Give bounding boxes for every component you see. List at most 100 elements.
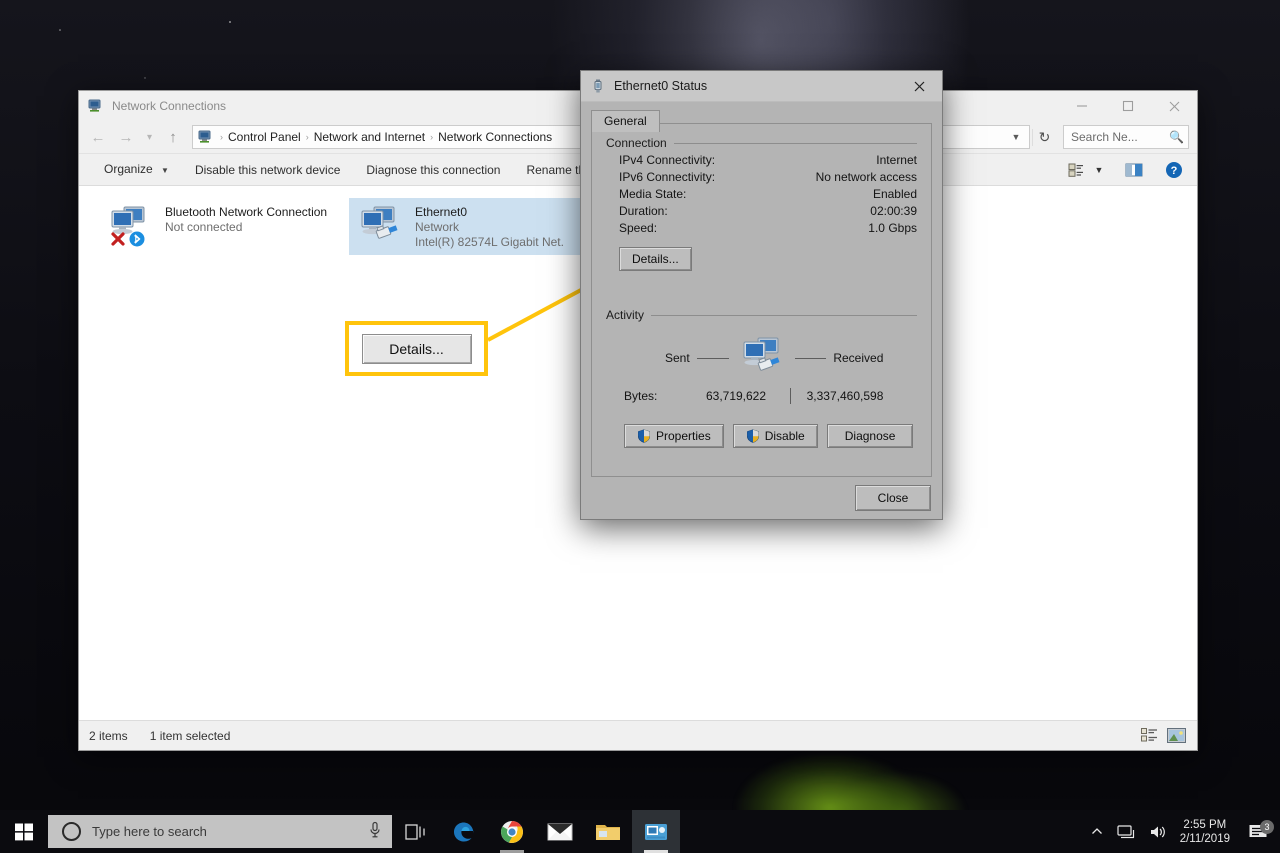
search-input[interactable]: Type here to search (48, 815, 392, 848)
help-icon[interactable]: ? (1161, 157, 1187, 183)
ethernet0-status-dialog[interactable]: Ethernet0 Status General Connection IPv4… (580, 70, 943, 520)
value-bytes-sent: 63,719,622 (705, 389, 767, 403)
system-tray[interactable]: 2:55 PM 2/11/2019 3 (1084, 810, 1280, 853)
search-icon: 🔍 (1169, 130, 1184, 144)
network-icon[interactable] (1110, 824, 1142, 840)
activity-group-title-row: Activity (606, 308, 917, 322)
list-item-ethernet0[interactable]: Ethernet0 Network Intel(R) 82574L Gigabi… (349, 198, 599, 255)
list-item-text-group: Ethernet0 Network Intel(R) 82574L Gigabi… (415, 204, 564, 250)
activity-group: Activity Sent Received Bytes: 63,719,622… (606, 308, 917, 448)
value-bytes-received: 3,337,460,598 (806, 389, 884, 403)
value-media-state: Enabled (872, 187, 917, 201)
disable-button-label: Disable (764, 429, 805, 443)
tile-view-icon[interactable] (1165, 726, 1187, 746)
preview-pane-icon[interactable] (1121, 157, 1147, 183)
svg-text:?: ? (1171, 165, 1178, 177)
ethernet-status-icon (590, 78, 606, 94)
connection-name: Ethernet0 (415, 205, 468, 219)
cortana-icon (62, 822, 81, 841)
file-explorer-icon[interactable] (584, 810, 632, 853)
properties-button[interactable]: Properties (624, 424, 724, 448)
network-activity-icon (736, 336, 788, 380)
volume-icon[interactable] (1142, 824, 1174, 840)
chevron-down-icon[interactable]: ▼ (1091, 157, 1107, 183)
group-label-activity: Activity (606, 308, 645, 322)
activity-indicator-row: Sent Received (606, 336, 917, 380)
dialog-title: Ethernet0 Status (614, 79, 708, 93)
explorer-title: Network Connections (112, 99, 227, 113)
label-bytes: Bytes: (624, 389, 658, 403)
connection-adapter: Intel(R) 82574L Gigabit Net. (415, 235, 564, 249)
change-view-icon[interactable] (1063, 157, 1089, 183)
clock-time: 2:55 PM (1183, 818, 1227, 831)
list-item-text-group: Bluetooth Network Connection Not connect… (165, 204, 327, 235)
close-button[interactable] (1151, 91, 1197, 121)
forward-arrow-icon[interactable]: → (113, 125, 139, 149)
show-hidden-icons-icon[interactable] (1084, 826, 1110, 838)
breadcrumb-separator: › (220, 132, 223, 142)
connection-name: Bluetooth Network Connection (165, 205, 328, 219)
status-view-buttons[interactable] (1138, 726, 1187, 746)
close-icon[interactable] (897, 71, 942, 102)
recent-locations-icon[interactable]: ▾ (141, 125, 158, 149)
label-sent: Sent (664, 351, 690, 365)
chevron-down-icon[interactable]: ▼ (1005, 132, 1027, 142)
breadcrumb-control-panel[interactable]: Control Panel (225, 130, 304, 144)
details-button[interactable]: Details... (619, 247, 692, 271)
dialog-close-button[interactable]: Close (855, 485, 931, 511)
toolbar-item-organize[interactable]: Organize ▼ (91, 154, 182, 185)
breadcrumb-separator: › (430, 132, 434, 142)
diagnose-button[interactable]: Diagnose (826, 424, 914, 448)
toolbar-label-organize: Organize (104, 161, 153, 176)
search-placeholder: Type here to search (92, 824, 207, 839)
dialog-general-panel: Connection IPv4 Connectivity: Internet I… (591, 123, 932, 477)
disable-button[interactable]: Disable (732, 424, 818, 448)
breadcrumb-network-and-internet[interactable]: Network and Internet (311, 130, 428, 144)
task-view-icon[interactable] (392, 810, 440, 853)
group-divider (673, 142, 917, 144)
list-view-icon[interactable] (1138, 726, 1160, 746)
dialog-title-bar[interactable]: Ethernet0 Status (581, 71, 942, 102)
notification-count-badge: 3 (1260, 819, 1274, 834)
microphone-icon[interactable] (368, 821, 382, 842)
label-ipv6-connectivity: IPv6 Connectivity: (619, 170, 716, 184)
received-connector (794, 357, 827, 359)
back-arrow-icon[interactable]: ← (85, 125, 111, 149)
status-item-count: 2 items (89, 728, 128, 743)
group-label-connection: Connection (606, 136, 667, 150)
chevron-down-icon: ▼ (161, 165, 169, 175)
toolbar-item-diagnose[interactable]: Diagnose this connection (353, 154, 513, 185)
refresh-icon[interactable]: ↻ (1032, 128, 1056, 146)
list-item-bluetooth-network-connection[interactable]: Bluetooth Network Connection Not connect… (99, 198, 349, 255)
breadcrumb-network-connections[interactable]: Network Connections (435, 130, 555, 144)
label-speed: Speed: (619, 221, 658, 235)
maximize-button[interactable] (1105, 91, 1151, 121)
search-placeholder: Search Ne... (1071, 130, 1138, 144)
toolbar-right-group[interactable]: ▼ ? (1063, 157, 1197, 183)
windows-taskbar[interactable]: Type here to search 2:55 PM 2/11/2019 3 (0, 810, 1280, 853)
network-adapter-icon (357, 204, 405, 248)
minimize-button[interactable] (1059, 91, 1105, 121)
chrome-icon[interactable] (488, 810, 536, 853)
clock-date: 2/11/2019 (1179, 832, 1230, 845)
search-input[interactable]: Search Ne... 🔍 (1063, 125, 1189, 149)
address-bar-right[interactable]: ▼ (1005, 132, 1027, 142)
action-center-icon[interactable]: 3 (1242, 819, 1280, 841)
dialog-footer: Close (581, 477, 942, 519)
label-media-state: Media State: (619, 187, 687, 201)
taskbar-network-connections-icon[interactable] (632, 810, 680, 853)
toolbar-item-disable-device[interactable]: Disable this network device (182, 154, 353, 185)
clock[interactable]: 2:55 PM 2/11/2019 (1174, 818, 1242, 846)
mail-icon[interactable] (536, 810, 584, 853)
details-button-callout: Details... (345, 321, 488, 376)
label-ipv4-connectivity: IPv4 Connectivity: (619, 153, 716, 167)
status-selection: 1 item selected (149, 728, 231, 743)
row-ipv4-connectivity: IPv4 Connectivity: Internet (606, 153, 917, 167)
window-caption-buttons[interactable] (1059, 91, 1197, 121)
edge-icon[interactable] (440, 810, 488, 853)
callout-details-button[interactable]: Details... (361, 333, 472, 364)
group-divider (651, 314, 917, 316)
up-arrow-icon[interactable]: ↑ (160, 125, 186, 149)
windows-start-icon[interactable] (0, 810, 48, 853)
tab-general[interactable]: General (591, 110, 660, 132)
